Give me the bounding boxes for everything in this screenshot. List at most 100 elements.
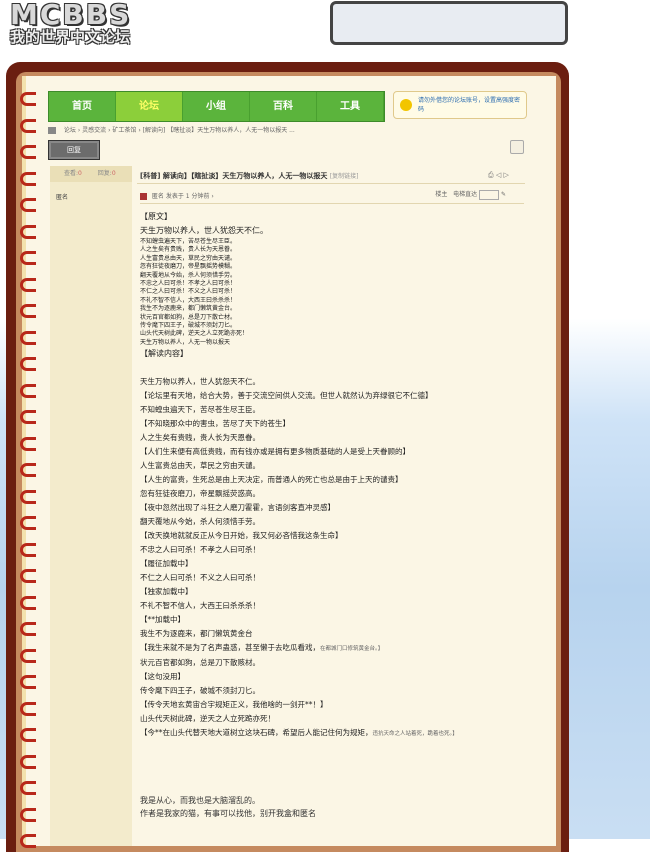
author-sidebar xyxy=(50,166,132,846)
views-label: 查看: xyxy=(64,170,79,177)
interp-text: 【今**在山头代替天地大道树立这块石碑，希望后人能记住何为规矩， xyxy=(140,728,373,738)
meta-author[interactable]: 匿名 xyxy=(152,193,164,200)
poem-line: 忽有狂徒夜磨刀，帝星飘摇势模糊。 xyxy=(140,263,237,271)
post-footer: 我是从心，而我也是大脑溜乱的。 作者是我家的猫，有事可以找他，别开我盒和匿名 xyxy=(140,794,316,820)
print-icon[interactable]: ⎙ xyxy=(488,171,494,179)
thread-title: [科普] 解读向】【瞎扯淡】天生万物以养人，人无一物以报天 [复制链接] xyxy=(140,171,358,181)
section-heading: 【原文】 xyxy=(140,212,172,221)
prev-thread-icon[interactable]: ◁ xyxy=(496,171,501,179)
reply-button[interactable]: 回复 xyxy=(48,140,100,160)
tab-forum[interactable]: 论坛 xyxy=(116,92,183,121)
binder-ring xyxy=(20,118,36,133)
jump-go-icon[interactable]: ✎ xyxy=(501,191,506,198)
security-notice[interactable]: 请勿外借您的论坛账号，设置高强度密码 xyxy=(393,91,527,119)
interp-text: 【履征加载中】 xyxy=(140,559,193,569)
interp-line: 【我生来就不是为了名声蛊惑，甚至懒于去吃瓜看戏，在都城门口修筑黄金台。】 xyxy=(140,641,520,656)
binder-ring xyxy=(20,834,36,848)
interp-text: 【传令天地玄黄宙合宇规矩正义，我他啥的一剑开**！】 xyxy=(140,700,328,710)
interp-line: 【论坛里有天地，给合大势，善于交流空间供人交流。但世人就然认为弃绿很它不仁德】 xyxy=(140,389,520,403)
poem-line: 我生不为逐鹿来，都门懒筑黄金台。 xyxy=(140,305,237,313)
interp-line: 【改天换地就就反正从今日开始，我又何必吝惜我这条生命】 xyxy=(140,529,520,543)
floor-jump-input[interactable] xyxy=(479,189,500,200)
poem-original: 不知蝗虫遍天下，苦尽苍生尽王臣。 人之生矣有贵贱，贵人长为天恩眷。 人生富贵总由天，… xyxy=(140,238,520,347)
interp-text: 忽有狂徒夜磨刀，帝星飘摇荧惑高。 xyxy=(140,489,260,499)
notice-text: 请勿外借您的论坛账号，设置高强度密码 xyxy=(418,97,521,113)
binder-ring xyxy=(20,357,36,371)
binder-ring xyxy=(20,595,36,610)
replies-label: 回复: xyxy=(97,170,112,177)
interp-line: 不知蝗虫遍天下，苦尽苍生尽王臣。 xyxy=(140,403,520,417)
tab-home[interactable]: 首页 xyxy=(49,92,116,121)
home-icon[interactable] xyxy=(48,127,56,134)
interp-text: 【独家加载中】 xyxy=(140,587,193,597)
interp-line: 【人生的富贵，生死总是由上天决定，而普通人的死亡也总是由于上天的谴责】 xyxy=(140,473,520,487)
binder-ring xyxy=(20,198,36,212)
interp-text: 人之生矣有贵贱，贵人长为天恩眷。 xyxy=(140,433,260,443)
post-content: 【原文】 天生万物以养人，世人犹怨天不仁。 不知蝗虫遍天下，苦尽苍生尽王臣。 人之… xyxy=(140,210,520,741)
jump-label: 电梯直达 xyxy=(453,191,478,198)
binder-ring xyxy=(20,463,36,477)
next-thread-icon[interactable]: ▷ xyxy=(503,171,508,179)
binder-ring xyxy=(20,277,36,292)
binder-ring xyxy=(20,648,36,663)
binder-ring xyxy=(20,489,36,504)
avatar-icon xyxy=(140,193,147,200)
interp-line: 翻天覆地从今始，杀人何须惜手劳。 xyxy=(140,515,520,529)
poem-line: 状元百官都如狗，总是刀下散亡材。 xyxy=(140,313,237,321)
interp-text: 不礼不智不信人，大西王曰杀杀杀！ xyxy=(140,601,260,611)
binder-ring xyxy=(20,410,36,424)
interp-line: 我生不为逐鹿来，都门懒筑黄金台 xyxy=(140,627,520,641)
poem-line: 不仁之人曰可杀！不义之人曰可杀！ xyxy=(140,288,237,296)
return-list-icon[interactable] xyxy=(510,140,524,154)
binder-ring xyxy=(20,516,36,530)
interp-text: 不知蝗虫遍天下，苦尽苍生尽王臣。 xyxy=(140,405,260,415)
binder-ring xyxy=(20,781,36,795)
interp-text: 状元百官都如狗，总是刀下散赅材。 xyxy=(140,658,260,668)
mcbbs-logo[interactable]: MCBBS 我的世界中文论坛 xyxy=(8,0,148,48)
binder-ring xyxy=(20,145,36,159)
replies-count: 0 xyxy=(111,170,116,177)
binder-ring xyxy=(20,383,36,398)
binder-ring xyxy=(20,304,36,318)
speaker-icon xyxy=(400,99,412,111)
main-nav: 首页 论坛 小组 百科 工具 xyxy=(48,91,385,122)
interp-text: 【人生的富贵，生死总是由上天决定，而普通人的死亡也总是由于上天的谴责】 xyxy=(140,475,403,485)
crumb-forum[interactable]: 论坛 xyxy=(64,127,76,134)
interp-text: 【我生来就不是为了名声蛊惑，甚至懒于去吃瓜看戏， xyxy=(140,643,320,653)
binder-ring xyxy=(20,542,36,557)
thread-stats: 查看:0 回复:0 xyxy=(50,166,132,182)
breadcrumb: 论坛 › 灵感交流 › 矿工茶馆 › [解读向] 【瞎扯淡】天生万物以养人，人无… xyxy=(48,125,295,134)
interp-text: 【论坛里有天地，给合大势，善于交流空间供人交流。但世人就然认为弃绿很它不仁德】 xyxy=(140,391,433,401)
interp-note: 违抗天命之人站着死，跪着也死。】 xyxy=(372,731,458,738)
interp-text: 【不知晓那众中的害虫，苦尽了天下的苍生】 xyxy=(140,419,290,429)
interp-line: 【不知晓那众中的害虫，苦尽了天下的苍生】 xyxy=(140,417,520,431)
crumb-teahouse[interactable]: 矿工茶馆 xyxy=(112,127,136,134)
interp-line: 人生富贵总由天，草民之穷由天谴。 xyxy=(140,459,520,473)
footer-line: 我是从心，而我也是大脑溜乱的。 xyxy=(140,796,260,805)
interp-line: 不忠之人曰可杀！不孝之人曰可杀！ xyxy=(140,543,520,557)
thread-tools: ⎙ ◁ ▷ xyxy=(488,171,509,180)
crumb-inspiration[interactable]: 灵感交流 xyxy=(82,127,106,134)
copy-link[interactable]: [复制链接] xyxy=(330,173,359,180)
interp-text: 天生万物以养人，世人犹怨天不仁。 xyxy=(140,377,260,387)
poem-line: 翻天覆地从今始，杀人何须惜手劳。 xyxy=(140,271,237,279)
binder-ring xyxy=(20,330,36,345)
interp-line: 忽有狂徒夜磨刀，帝星飘摇荧惑高。 xyxy=(140,487,520,501)
floor-label: 楼主 xyxy=(435,191,448,198)
interp-text: 【人们生来便有高低贵贱，而有钱亦或是拥有更多物质基础的人是受上天眷顾的】 xyxy=(140,447,410,457)
author-name[interactable]: 匿名 xyxy=(56,192,68,201)
interp-text: 翻天覆地从今始，杀人何须惜手劳。 xyxy=(140,517,260,527)
binder-ring xyxy=(20,92,36,106)
tab-tools[interactable]: 工具 xyxy=(317,92,384,121)
interp-line: 传令麾下四王子，破城不须封刀匕。 xyxy=(140,684,520,698)
tab-wiki[interactable]: 百科 xyxy=(250,92,317,121)
crumb-thread[interactable]: [解读向] 【瞎扯淡】天生万物以养人，人无一物以报天 ... xyxy=(143,127,295,134)
interp-line: 【人们生来便有高低贵贱，而有钱亦或是拥有更多物质基础的人是受上天眷顾的】 xyxy=(140,445,520,459)
post-meta: 匿名 发表于 1 分钟前 › 楼主 电梯直达 ✎ xyxy=(140,189,520,201)
poem-line: 人生富贵总由天，草民之穷由天谴。 xyxy=(140,254,237,262)
binder-ring xyxy=(20,701,36,716)
interp-text: 【夜中忽然出现了斗狂之人磨刀霍霍，言语剑客直冲灵感】 xyxy=(140,503,335,513)
interp-text: 传令麾下四王子，破城不须封刀匕。 xyxy=(140,686,260,696)
user-panel[interactable] xyxy=(330,1,568,45)
tab-groups[interactable]: 小组 xyxy=(183,92,250,121)
